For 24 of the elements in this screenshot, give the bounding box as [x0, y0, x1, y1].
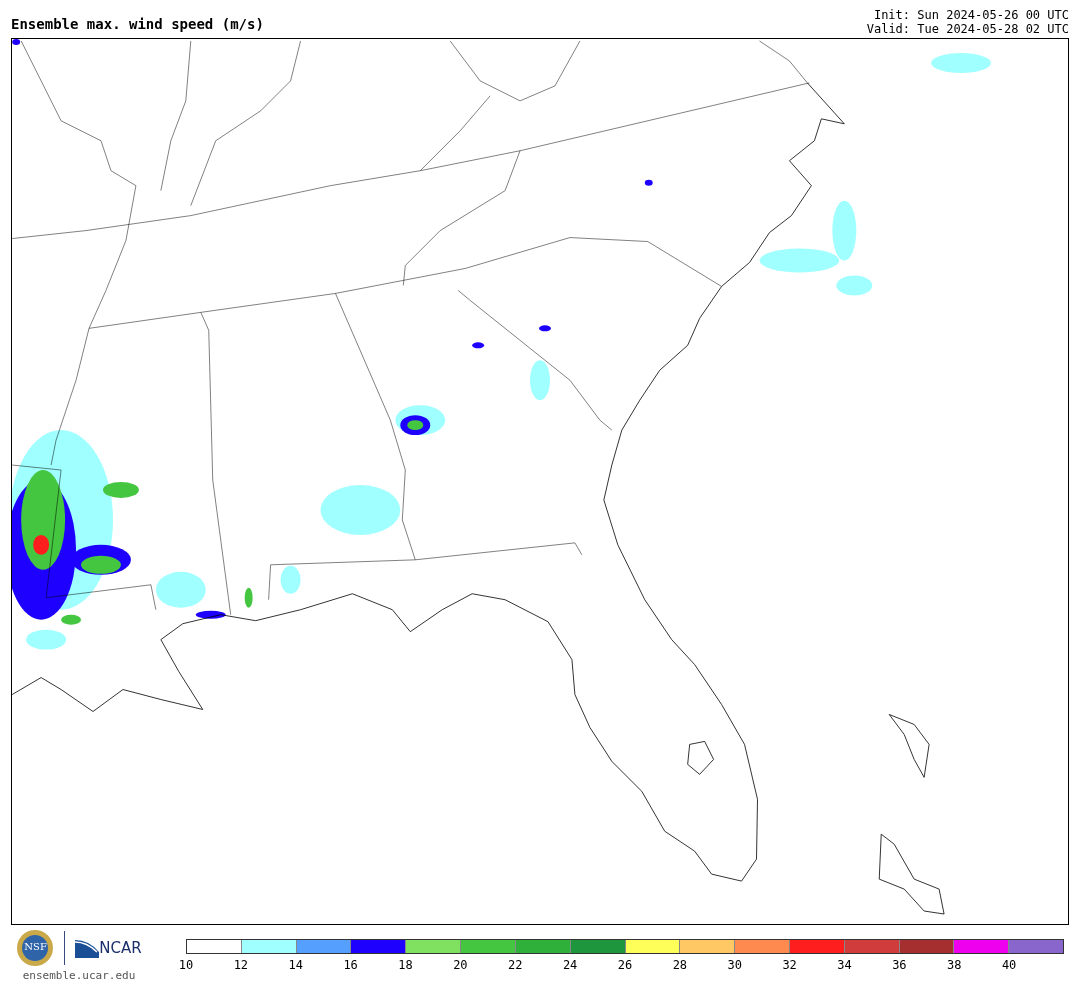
- scale-tick-label: 18: [398, 958, 413, 972]
- scale-tick-label: 20: [453, 958, 468, 972]
- ncar-logo-text: NCAR: [99, 939, 142, 957]
- scale-tick-label: 30: [727, 958, 742, 972]
- valid-time: Valid: Tue 2024-05-28 02 UTC: [866, 22, 1069, 36]
- map-title: Ensemble max. wind speed (m/s): [11, 16, 264, 32]
- scale-tick-label: 34: [837, 958, 852, 972]
- scale-tick-label: 14: [288, 958, 303, 972]
- scale-tick-label: 36: [892, 958, 907, 972]
- scale-tick-label: 22: [508, 958, 523, 972]
- nsf-logo-icon: [16, 929, 55, 967]
- website-url: ensemble.ucar.edu: [22, 969, 136, 982]
- scale-tick-label: 12: [233, 958, 249, 972]
- scale-tick-label: 24: [562, 958, 578, 972]
- scale-tick-label: 40: [1001, 958, 1017, 972]
- scale-tick-label: 38: [947, 958, 962, 972]
- scale-tick-label: 32: [782, 958, 797, 972]
- init-time: Init: Sun 2024-05-26 00 UTC: [873, 8, 1069, 22]
- scale-tick-label: 16: [343, 958, 358, 972]
- nsf-logo-text: NSF: [24, 941, 47, 952]
- ncar-swoosh-icon: [75, 938, 100, 958]
- scale-tick-label: 26: [617, 958, 633, 972]
- scale-tick-label: 10: [178, 958, 194, 972]
- scale-tick-label: 28: [672, 958, 688, 972]
